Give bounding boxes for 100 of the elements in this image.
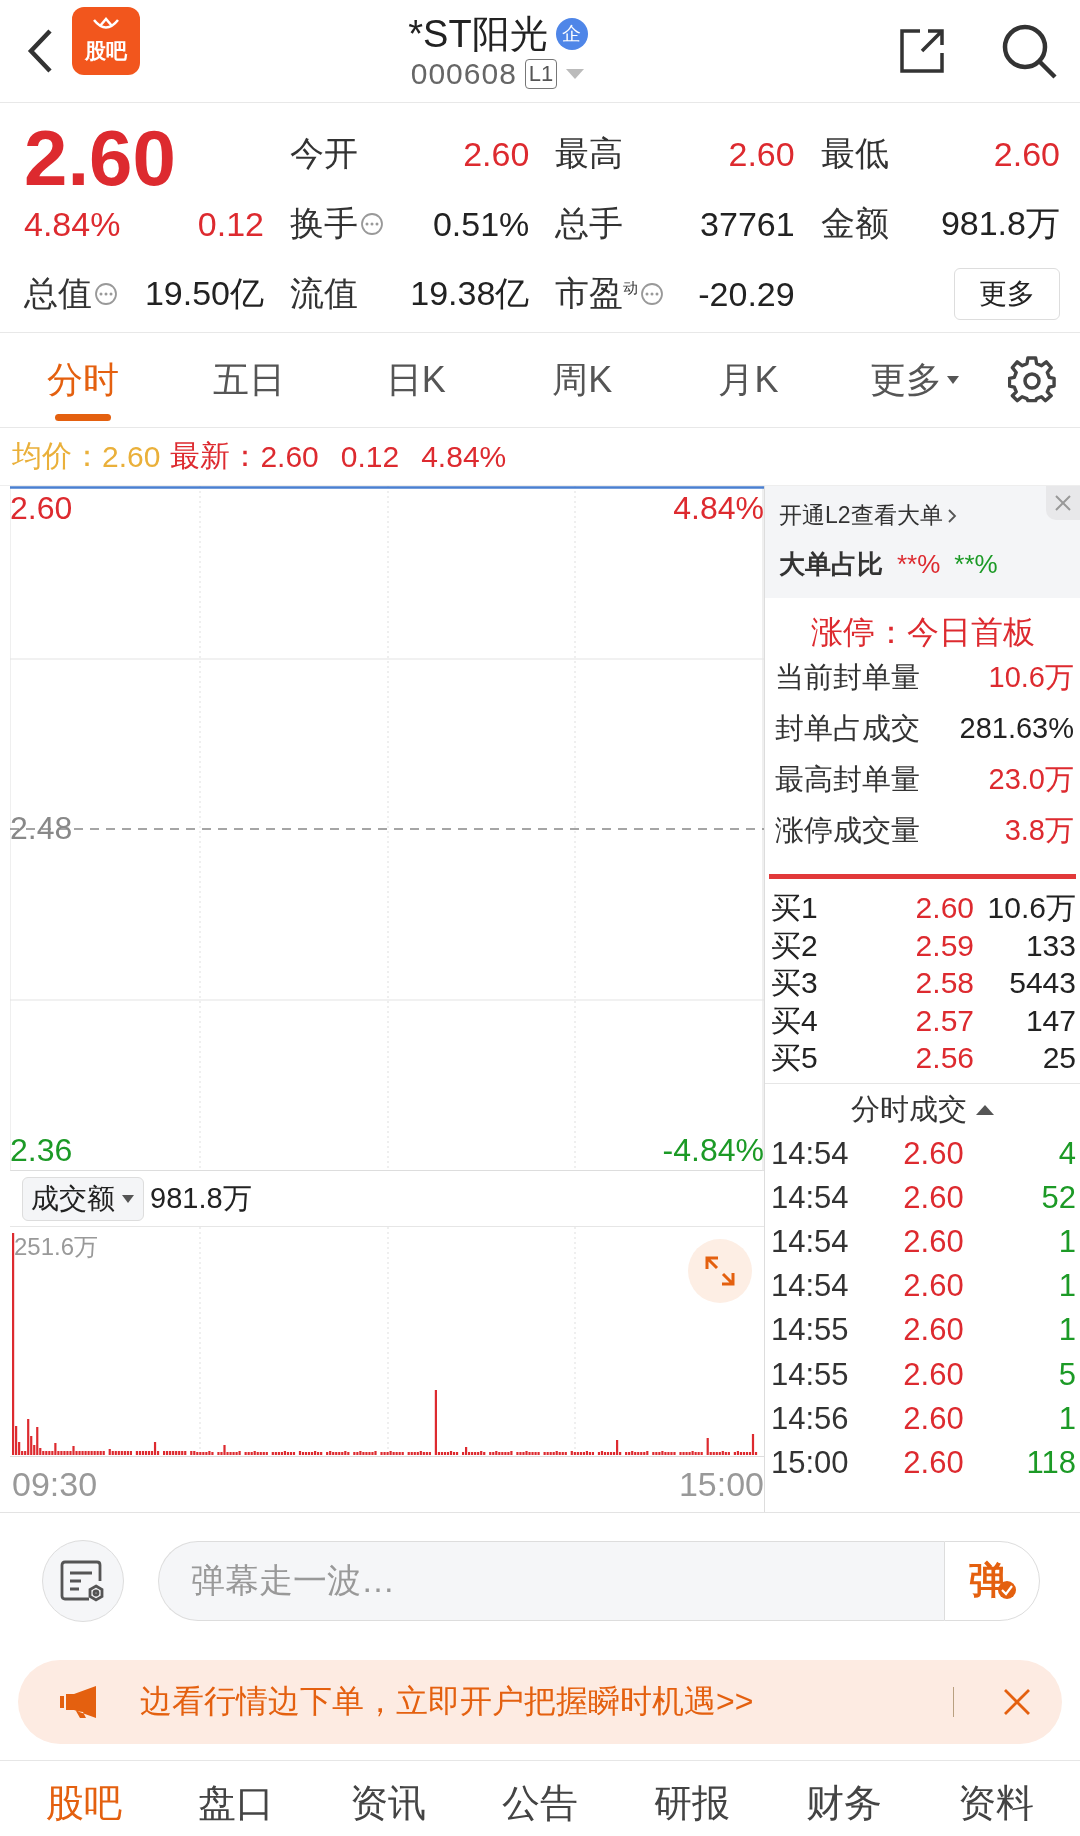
trade-volume: 1 [1057, 1267, 1076, 1306]
change-percent: 4.84% [421, 439, 507, 474]
nav-tab[interactable]: 股吧 [8, 1768, 160, 1829]
big-sell-ratio: **% [954, 549, 998, 580]
trade-volume: 1 [1057, 1222, 1076, 1261]
nav-tab[interactable]: 财务 [768, 1768, 920, 1829]
enterprise-badge: 企 [555, 18, 588, 50]
trade-price: 2.60 [902, 1443, 965, 1482]
trade-price: 2.60 [902, 1222, 965, 1261]
current-price: 2.60 [24, 123, 177, 193]
trade-price: 2.60 [902, 1399, 965, 1438]
tab-underline [55, 414, 112, 421]
axis-label: 251.6万 [14, 1232, 99, 1262]
info-icon[interactable] [640, 282, 665, 306]
stock-name: *ST阳光 [408, 12, 548, 57]
search-icon[interactable] [1000, 22, 1058, 80]
bid-price: 2.57 [914, 1002, 975, 1039]
stat-label: 当前封单量 [775, 660, 920, 695]
l2-link[interactable]: 开通L2查看大单 [779, 500, 957, 531]
stat-value: 10.6万 [988, 660, 1074, 695]
metric-dropdown[interactable]: 成交额 [22, 1176, 144, 1221]
expand-icon [704, 1255, 736, 1287]
trade-time: 14:54 [771, 1222, 850, 1261]
axis-label: 4.84% [673, 490, 764, 526]
stat-label: 封单占成交 [775, 711, 920, 746]
caret-icon [945, 375, 960, 385]
change-percent: 4.84% [24, 204, 121, 244]
trade-volume: 5 [1057, 1355, 1076, 1394]
stat-label: 流值 [290, 273, 358, 314]
trade-price: 2.60 [902, 1311, 965, 1350]
trade-price: 2.60 [902, 1355, 965, 1394]
trade-time: 14:54 [771, 1178, 850, 1217]
bid-price: 2.56 [914, 1040, 975, 1076]
change-amount: 0.12 [340, 439, 400, 474]
nav-tab[interactable]: 公告 [464, 1768, 616, 1829]
nav-tab[interactable]: 研报 [616, 1768, 768, 1829]
nav-tab[interactable]: 资讯 [312, 1768, 464, 1829]
period-tab[interactable]: 月K [665, 333, 832, 427]
nav-tab[interactable]: 盘口 [160, 1768, 312, 1829]
period-tab[interactable]: 分时 [0, 333, 167, 427]
period-tab[interactable]: 周K [499, 333, 666, 427]
stat-value: -20.29 [698, 274, 795, 314]
trade-price: 2.60 [902, 1134, 965, 1173]
stat-value: 19.50亿 [144, 273, 264, 314]
trade-volume: 118 [1025, 1443, 1076, 1482]
period-tab[interactable]: 五日 [166, 333, 333, 427]
info-icon[interactable] [360, 212, 384, 236]
stat-label: 最高 [555, 133, 624, 174]
bid-price: 2.59 [914, 927, 975, 964]
send-button[interactable]: 弹 [944, 1540, 1040, 1621]
period-tab[interactable]: 日K [332, 333, 499, 427]
bid-level: 买3 [771, 965, 819, 1001]
trade-time: 14:55 [771, 1311, 850, 1350]
bid-level: 买4 [771, 1002, 819, 1039]
settings-icon[interactable] [1007, 356, 1056, 404]
time-label: 09:30 [12, 1465, 98, 1504]
close-button[interactable] [1002, 1687, 1032, 1717]
stat-value: 281.63% [959, 711, 1074, 746]
change-amount: 0.12 [197, 204, 264, 244]
trade-time: 14:54 [771, 1267, 850, 1306]
stat-value: 37761 [700, 204, 795, 244]
more-button[interactable]: 更多 [954, 268, 1060, 320]
stat-value: 981.8万 [940, 203, 1060, 244]
big-order-label: 大单占比 [779, 548, 883, 581]
stat-label: 市盈$^{动}$ [555, 273, 639, 314]
stat-label: 总手 [555, 203, 624, 244]
stat-value: 0.51% [432, 204, 530, 244]
nav-tab[interactable]: 资料 [920, 1768, 1072, 1829]
period-tab[interactable]: 更多 [831, 333, 998, 427]
close-button[interactable] [1046, 486, 1080, 520]
stat-value: 2.60 [728, 134, 795, 174]
info-icon[interactable] [94, 282, 118, 306]
axis-label: -4.84% [662, 1132, 764, 1168]
sort-up-icon [974, 1103, 995, 1116]
trade-volume: 1 [1057, 1311, 1076, 1350]
latest-label: 最新： [170, 438, 261, 474]
stat-label: 总值 [24, 273, 92, 314]
axis-label: 2.36 [10, 1132, 73, 1168]
trade-volume: 4 [1057, 1134, 1076, 1173]
bid-price: 2.60 [914, 890, 975, 926]
axis-label: 2.48 [10, 810, 73, 846]
stat-label: 最低 [820, 133, 889, 174]
average-price: 2.60 [102, 439, 161, 474]
bid-volume: 10.6万 [986, 890, 1076, 926]
comment-input[interactable]: 弹幕走一波… [158, 1540, 944, 1621]
stat-label: 涨停成交量 [775, 813, 920, 848]
close-icon [1054, 494, 1072, 512]
caret-icon [121, 1193, 135, 1204]
volume-total: 981.8万 [150, 1180, 252, 1216]
stat-value: 19.38亿 [410, 273, 530, 314]
dropdown-icon[interactable] [565, 68, 586, 80]
back-icon[interactable] [26, 27, 54, 75]
chevron-right-icon [946, 507, 957, 524]
stat-value: 2.60 [993, 134, 1060, 174]
stat-label: 今开 [290, 133, 358, 174]
trade-volume: 52 [1040, 1178, 1076, 1217]
big-buy-ratio: **% [897, 549, 941, 580]
time-label: 15:00 [678, 1465, 764, 1504]
stat-label: 金额 [820, 203, 889, 244]
bid-level: 买1 [771, 890, 819, 926]
